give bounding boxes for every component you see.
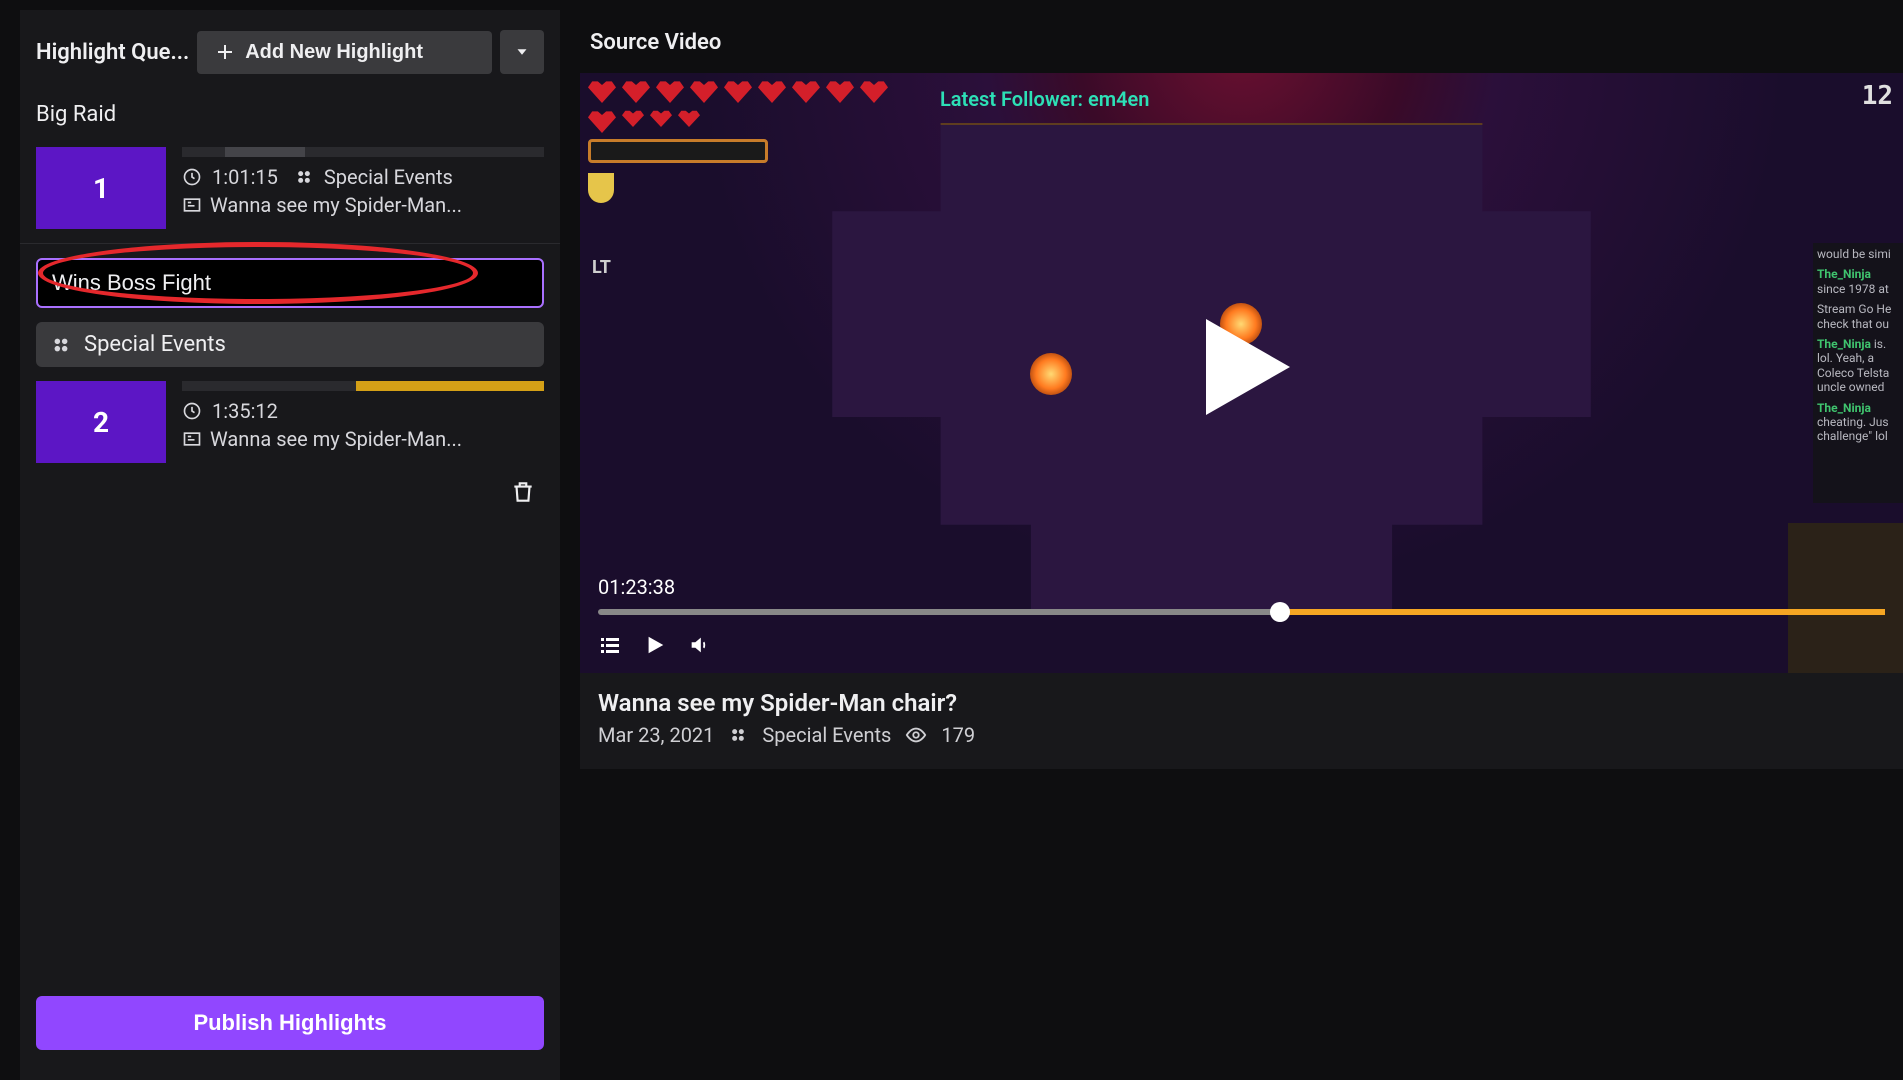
video-category: Special Events (762, 723, 891, 747)
description-icon (182, 429, 202, 449)
eye-icon (905, 724, 927, 746)
highlight-category-select[interactable]: Special Events (36, 322, 544, 367)
video-metadata: Wanna see my Spider-Man chair? Mar 23, 2… (580, 673, 1903, 769)
highlight-info: 1:35:12 Wanna see my Spider-Man... (182, 381, 544, 463)
play-icon (644, 634, 666, 656)
source-video-title: Source Video (580, 10, 1903, 73)
highlight-progress-bar (182, 147, 544, 157)
highlight-edit-block: Special Events (20, 248, 560, 377)
plus-icon (215, 42, 235, 62)
clock-icon (182, 401, 202, 421)
highlight-duration: 1:35:12 (212, 399, 278, 423)
highlight-category: Special Events (324, 165, 453, 189)
highlight-description: Wanna see my Spider-Man... (210, 427, 462, 451)
play-button[interactable] (644, 634, 666, 656)
trash-icon (510, 479, 536, 505)
volume-icon (688, 634, 710, 656)
hud-item (588, 173, 614, 203)
highlight-category-label: Special Events (84, 332, 226, 357)
video-progress-bar[interactable] (598, 609, 1885, 615)
video-player[interactable]: LT Latest Follower: em4en 12 would be si… (580, 73, 1903, 673)
video-controls: 01:23:38 (580, 563, 1903, 673)
add-highlight-label: Add New Highlight (245, 41, 423, 64)
highlight-item[interactable]: 1 1:01:15 Special Events Wanna see my Sp (20, 137, 560, 239)
queue-title: Highlight Que... (36, 40, 189, 65)
highlight-item[interactable]: 2 1:35:12 Wanna see my Spider-Man... (20, 377, 560, 473)
add-dropdown-button[interactable] (500, 30, 544, 74)
publish-highlights-button[interactable]: Publish Highlights (36, 996, 544, 1050)
highlight-info: 1:01:15 Special Events Wanna see my Spid… (182, 147, 544, 229)
delete-highlight-button[interactable] (510, 479, 536, 505)
clock-icon (182, 167, 202, 187)
highlight-section-title: Big Raid (20, 90, 560, 137)
list-icon (598, 633, 622, 657)
highlight-description: Wanna see my Spider-Man... (210, 193, 462, 217)
hud-counter: 12 (1862, 81, 1893, 111)
highlight-progress-bar (182, 381, 544, 391)
add-highlight-button[interactable]: Add New Highlight (197, 31, 492, 74)
highlight-thumb: 1 (36, 147, 166, 229)
video-views: 179 (941, 723, 975, 747)
latest-follower-label: Latest Follower: em4en (940, 87, 1149, 111)
gamepad-icon (50, 334, 72, 356)
hud-lt-label: LT (592, 257, 611, 278)
chat-overlay: would be simi The_Ninja since 1978 at St… (1813, 243, 1903, 503)
video-title: Wanna see my Spider-Man chair? (598, 689, 1885, 717)
description-icon (182, 195, 202, 215)
video-timestamp: 01:23:38 (598, 575, 1885, 599)
sidebar-header: Highlight Que... Add New Highlight (20, 30, 560, 90)
hud-hearts (588, 79, 908, 133)
chapters-button[interactable] (598, 633, 622, 657)
divider (20, 243, 560, 244)
highlight-title-input[interactable] (36, 258, 544, 308)
main-panel: Source Video LT Latest Follower: em4en 1… (580, 10, 1903, 1080)
volume-button[interactable] (688, 634, 710, 656)
highlight-queue-sidebar: Highlight Que... Add New Highlight Big R… (20, 10, 560, 1080)
video-date: Mar 23, 2021 (598, 723, 714, 747)
play-overlay-button[interactable] (1182, 307, 1302, 427)
highlight-thumb: 2 (36, 381, 166, 463)
hud-bar (588, 139, 768, 163)
chevron-down-icon (513, 43, 531, 61)
gamepad-icon (294, 167, 314, 187)
gamepad-icon (728, 725, 748, 745)
highlight-duration: 1:01:15 (212, 165, 278, 189)
